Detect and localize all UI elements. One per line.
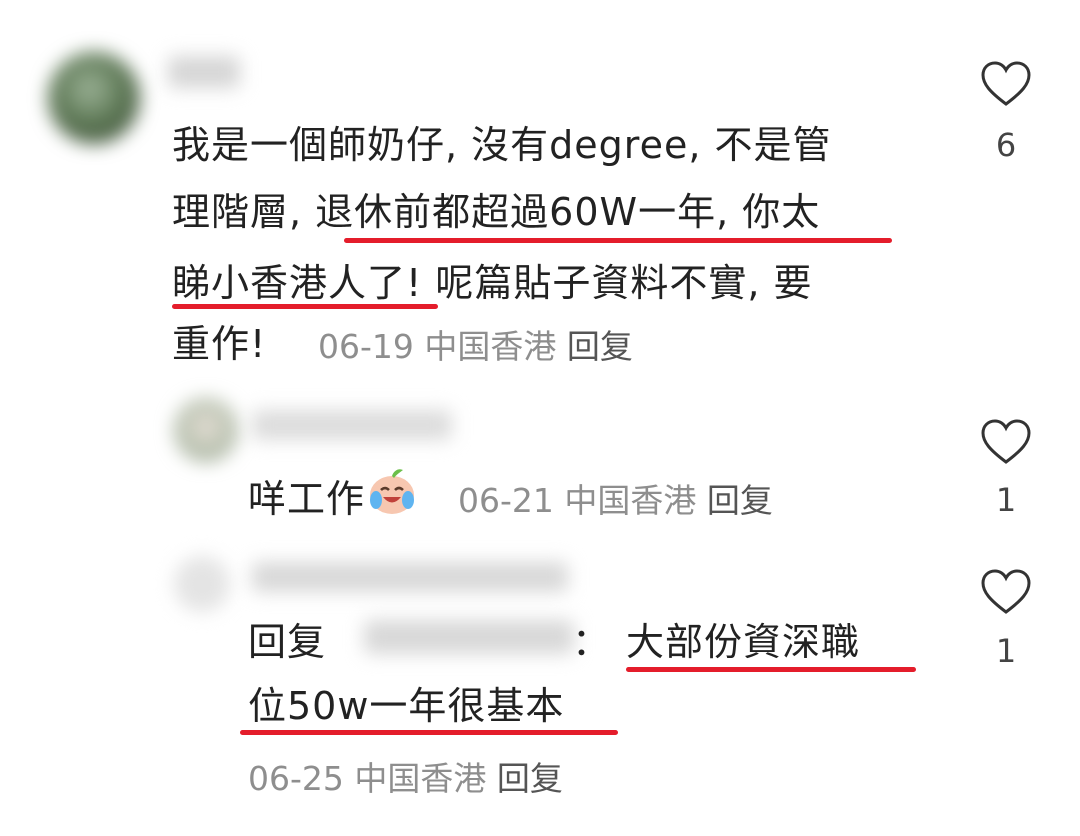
- username[interactable]: [252, 410, 452, 440]
- heart-icon[interactable]: [980, 568, 1032, 616]
- mentioned-username[interactable]: [364, 620, 574, 654]
- like-count: 6: [995, 126, 1017, 164]
- highlight-underline: [172, 304, 438, 309]
- comment-meta: 06-19 中国香港 回复: [318, 320, 633, 368]
- like-count: 1: [995, 481, 1017, 519]
- reply-button[interactable]: 回复: [707, 481, 773, 520]
- reply-date: 06-21: [458, 481, 554, 520]
- comment-location: 中国香港: [424, 327, 557, 366]
- heart-icon[interactable]: [980, 60, 1032, 108]
- avatar[interactable]: [174, 556, 230, 612]
- heart-icon[interactable]: [980, 418, 1032, 466]
- username[interactable]: [168, 56, 240, 88]
- username[interactable]: [252, 562, 568, 592]
- avatar[interactable]: [48, 52, 140, 144]
- highlight-underline: [344, 238, 892, 243]
- highlight-underline: [626, 667, 916, 672]
- reply-location: 中国香港: [354, 759, 487, 798]
- reply-button[interactable]: 回复: [567, 327, 633, 366]
- like-count: 1: [995, 632, 1017, 670]
- avatar[interactable]: [174, 398, 238, 462]
- reply-button[interactable]: 回复: [497, 759, 563, 798]
- crying-laughing-emoji-icon: [370, 469, 415, 514]
- highlight-underline: [240, 730, 618, 735]
- reply-meta: 06-25 中国香港 回复: [248, 752, 563, 800]
- comment-date: 06-19: [318, 327, 414, 366]
- reply-text: 咩工作: [248, 464, 419, 529]
- reply-meta: 06-21 中国香港 回复: [458, 474, 773, 522]
- reply-location: 中国香港: [564, 481, 697, 520]
- reply-date: 06-25: [248, 759, 344, 798]
